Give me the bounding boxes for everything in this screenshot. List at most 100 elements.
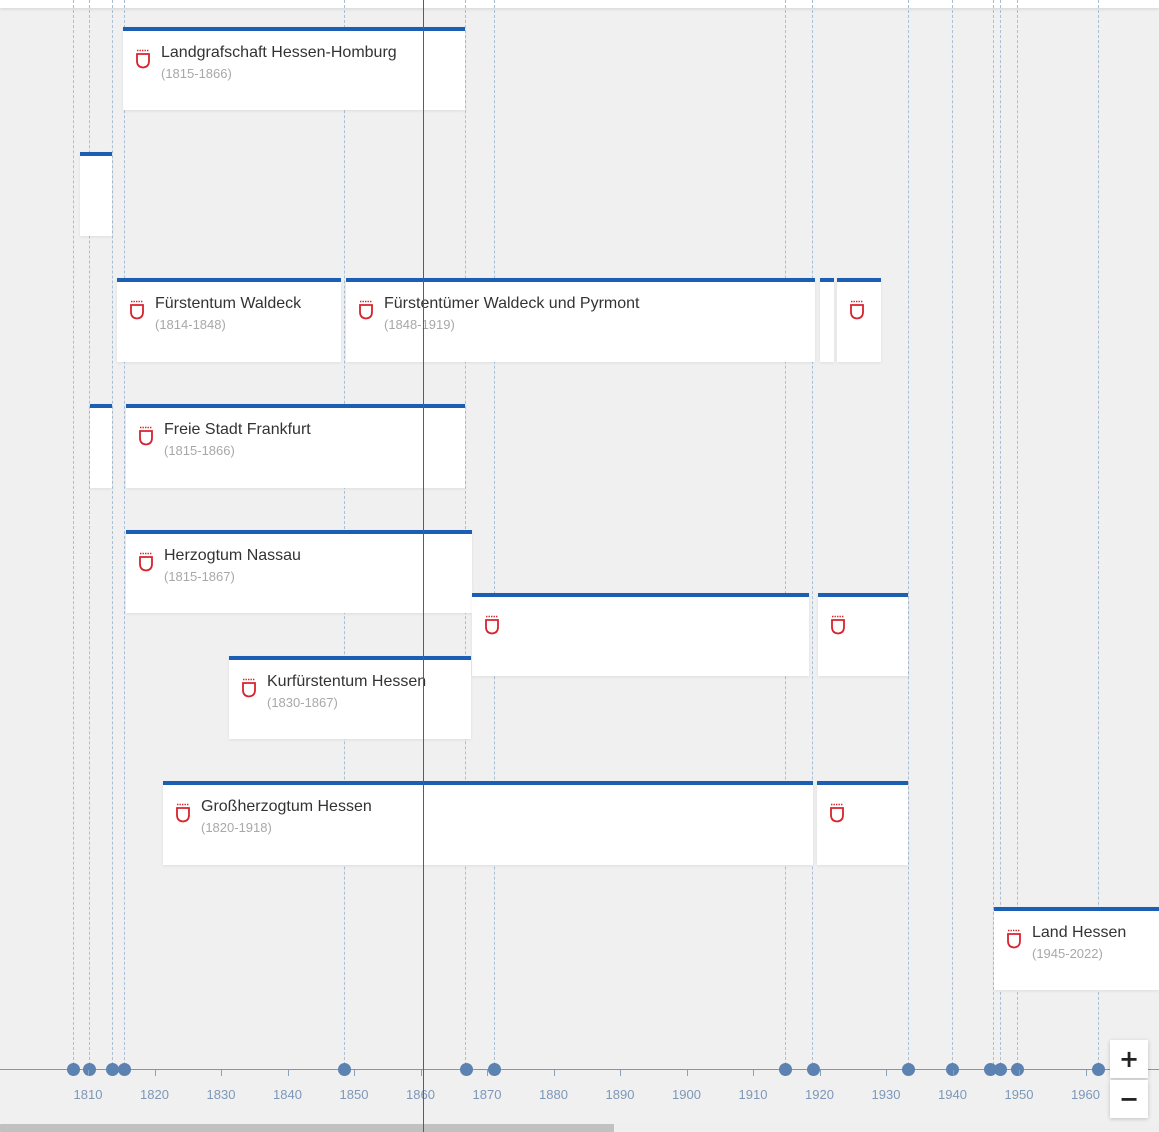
card-grossherzogtum-hessen[interactable]: Großherzogtum Hessen (1820-1918) — [163, 781, 813, 865]
card-years: (1945-2022) — [1032, 946, 1103, 961]
coat-of-arms-icon — [830, 803, 844, 823]
axis-tick — [819, 1070, 821, 1076]
axis-tick-label: 1840 — [273, 1087, 302, 1102]
axis-tick — [154, 1070, 156, 1076]
timeline-event-dot[interactable] — [83, 1063, 96, 1076]
card-years: (1820-1918) — [201, 820, 272, 835]
axis-tick-label: 1930 — [871, 1087, 901, 1102]
axis-tick-label: 1860 — [406, 1087, 435, 1102]
year-guideline — [494, 0, 495, 1070]
axis-tick — [686, 1070, 688, 1076]
card-years: (1815-1866) — [161, 66, 232, 81]
axis-tick-label: 1850 — [339, 1087, 369, 1102]
axis-tick — [553, 1070, 555, 1076]
axis-tick — [1019, 1070, 1020, 1076]
axis-tick — [221, 1070, 222, 1076]
plus-icon: + — [1118, 1045, 1140, 1073]
axis-tick-label: 1890 — [605, 1087, 635, 1102]
coat-of-arms-icon — [359, 300, 373, 320]
axis-tick — [886, 1070, 887, 1076]
coat-of-arms-icon — [176, 803, 190, 823]
timeline-event-dot[interactable] — [779, 1063, 792, 1076]
timeline-event-dot[interactable] — [1011, 1063, 1024, 1076]
coat-of-arms-icon — [1007, 929, 1021, 949]
timeline-event-dot[interactable] — [994, 1063, 1007, 1076]
card-years: (1848-1919) — [384, 317, 455, 332]
coat-of-arms-icon — [139, 426, 153, 446]
year-guideline — [908, 0, 909, 1070]
zoom-out-button[interactable]: − — [1110, 1080, 1148, 1118]
current-year-marker[interactable] — [423, 0, 424, 1132]
top-bar — [0, 0, 1159, 8]
card-years: (1830-1867) — [267, 695, 338, 710]
coat-of-arms-icon — [136, 49, 150, 69]
timeline-event-dot[interactable] — [488, 1063, 501, 1076]
scrollbar-thumb[interactable] — [0, 1124, 614, 1132]
axis-tick — [620, 1070, 621, 1076]
minus-icon: − — [1118, 1085, 1140, 1113]
card-title: Großherzogtum Hessen — [201, 798, 372, 815]
card-untitled[interactable] — [820, 278, 834, 362]
coat-of-arms-icon — [242, 678, 256, 698]
card-title: Kurfürstentum Hessen — [267, 673, 427, 690]
axis-tick — [487, 1070, 488, 1076]
card-untitled[interactable] — [90, 404, 112, 488]
card-title: Land Hessen — [1032, 924, 1127, 941]
card-fuerstentuemer-waldeck-und-pyrmont[interactable]: Fürstentümer Waldeck und Pyrmont (1848-1… — [346, 278, 815, 362]
timeline-event-dot[interactable] — [118, 1063, 131, 1076]
card-untitled[interactable] — [818, 593, 908, 676]
year-guideline — [952, 0, 953, 1070]
card-untitled[interactable] — [837, 278, 881, 362]
card-untitled[interactable] — [817, 781, 908, 865]
card-land-hessen[interactable]: Land Hessen (1945-2022) — [994, 907, 1159, 990]
year-guideline — [73, 0, 74, 1070]
axis-tick — [88, 1070, 89, 1076]
axis-tick-label: 1950 — [1004, 1087, 1034, 1102]
card-fuerstentum-waldeck[interactable]: Fürstentum Waldeck (1814-1848) — [117, 278, 341, 362]
axis-tick — [287, 1070, 289, 1076]
axis-tick-label: 1960 — [1071, 1087, 1100, 1102]
axis-tick-label: 1940 — [938, 1087, 967, 1102]
card-untitled[interactable] — [472, 593, 809, 676]
card-herzogtum-nassau[interactable]: Herzogtum Nassau (1815-1867) — [126, 530, 472, 613]
axis-tick — [952, 1070, 954, 1076]
year-guideline — [124, 0, 125, 1070]
card-years: (1815-1866) — [164, 443, 235, 458]
card-untitled[interactable] — [80, 152, 112, 236]
coat-of-arms-icon — [130, 300, 144, 320]
timeline-event-dot[interactable] — [807, 1063, 820, 1076]
timeline-event-dot[interactable] — [902, 1063, 915, 1076]
year-guideline — [785, 0, 786, 1070]
timeline-event-dot[interactable] — [460, 1063, 473, 1076]
card-freie-stadt-frankfurt[interactable]: Freie Stadt Frankfurt (1815-1866) — [126, 404, 465, 488]
coat-of-arms-icon — [850, 300, 864, 320]
axis-tick — [420, 1070, 422, 1076]
card-title: Freie Stadt Frankfurt — [164, 421, 311, 438]
card-kurfuerstentum-hessen[interactable]: Kurfürstentum Hessen (1830-1867) — [229, 656, 471, 739]
axis-tick-label: 1880 — [539, 1087, 568, 1102]
timeline-event-dot[interactable] — [67, 1063, 80, 1076]
axis-tick-label: 1900 — [672, 1087, 701, 1102]
axis-tick-label: 1810 — [73, 1087, 103, 1102]
zoom-in-button[interactable]: + — [1110, 1040, 1148, 1078]
axis-tick — [1085, 1070, 1087, 1076]
timeline-event-dot[interactable] — [1092, 1063, 1105, 1076]
card-landgrafschaft-hessen-homburg[interactable]: Landgrafschaft Hessen-Homburg (1815-1866… — [123, 27, 465, 110]
axis-tick — [354, 1070, 355, 1076]
coat-of-arms-icon — [831, 615, 845, 635]
axis-tick-label: 1820 — [140, 1087, 169, 1102]
axis-tick-label: 1920 — [805, 1087, 834, 1102]
card-title: Herzogtum Nassau — [164, 547, 301, 564]
horizontal-scrollbar[interactable] — [0, 1124, 1159, 1132]
year-guideline — [812, 0, 813, 1070]
axis-tick — [753, 1070, 754, 1076]
axis-tick-label: 1910 — [738, 1087, 768, 1102]
axis-tick-label: 1830 — [206, 1087, 236, 1102]
coat-of-arms-icon — [139, 552, 153, 572]
axis-tick-label: 1870 — [472, 1087, 502, 1102]
card-years: (1814-1848) — [155, 317, 226, 332]
card-title: Fürstentum Waldeck — [155, 295, 302, 312]
card-years: (1815-1867) — [164, 569, 235, 584]
timeline-event-dot[interactable] — [338, 1063, 351, 1076]
coat-of-arms-icon — [485, 615, 499, 635]
